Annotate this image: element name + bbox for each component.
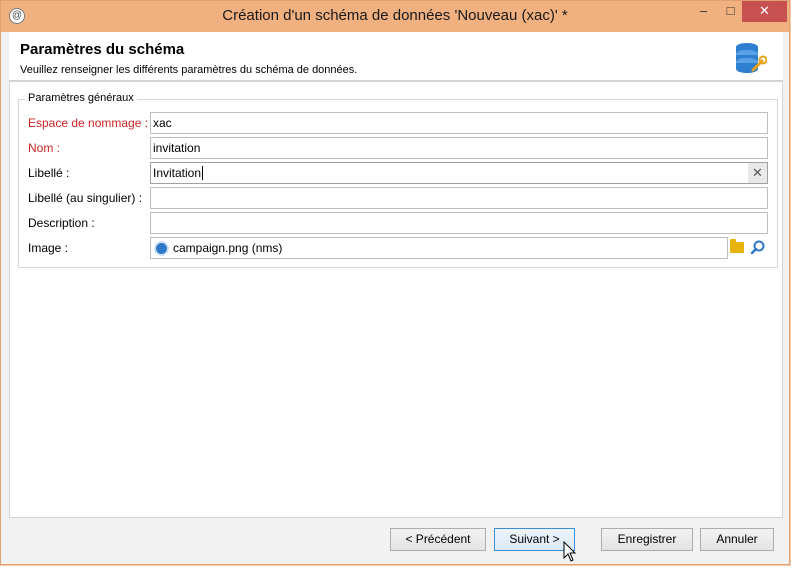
namespace-input[interactable]: xac xyxy=(150,112,768,134)
label-input[interactable]: Invitation ✕ xyxy=(150,162,768,184)
text-caret xyxy=(202,166,204,180)
label-label: Libellé : xyxy=(28,166,70,180)
folder-icon[interactable] xyxy=(730,239,744,253)
page-subtitle: Veuillez renseigner les différents param… xyxy=(20,64,358,76)
minimize-button[interactable]: – xyxy=(690,1,717,22)
button-bar: < Précédent Suivant > Enregistrer Annule… xyxy=(9,518,783,560)
cancel-button[interactable]: Annuler xyxy=(700,528,774,551)
maximize-button[interactable]: □ xyxy=(717,1,744,22)
name-row: Nom : invitation xyxy=(19,137,777,159)
image-row: Image : campaign.png (nms) xyxy=(19,237,777,259)
description-input[interactable] xyxy=(150,212,768,234)
label-singular-label: Libellé (au singulier) : xyxy=(28,191,143,205)
name-label: Nom : xyxy=(28,141,61,155)
window-title: Création d'un schéma de données 'Nouveau… xyxy=(222,7,568,24)
description-label: Description : xyxy=(28,216,95,230)
dialog-window: @ Création d'un schéma de données 'Nouve… xyxy=(0,0,790,565)
label-singular-row: Libellé (au singulier) : xyxy=(19,187,777,209)
page-title: Paramètres du schéma xyxy=(20,41,185,58)
label-singular-input[interactable] xyxy=(150,187,768,209)
group-legend: Paramètres généraux xyxy=(25,92,137,104)
general-parameters-group: Paramètres généraux Espace de nommage : … xyxy=(18,92,778,268)
save-button[interactable]: Enregistrer xyxy=(601,528,693,551)
image-input[interactable]: campaign.png (nms) xyxy=(150,237,728,259)
database-wrench-icon xyxy=(736,43,767,73)
previous-button[interactable]: < Précédent xyxy=(390,528,486,551)
name-input[interactable]: invitation xyxy=(150,137,768,159)
label-input-value: Invitation xyxy=(153,166,202,180)
campaign-icon xyxy=(154,241,169,256)
description-row: Description : xyxy=(19,212,777,234)
clear-icon[interactable]: ✕ xyxy=(748,163,767,183)
image-value: campaign.png (nms) xyxy=(173,241,283,255)
namespace-row: Espace de nommage : xac xyxy=(19,112,777,134)
title-bar: @ Création d'un schéma de données 'Nouve… xyxy=(1,1,789,32)
form-content: Paramètres généraux Espace de nommage : … xyxy=(9,81,783,518)
wizard-header: Paramètres du schéma Veuillez renseigner… xyxy=(9,32,783,81)
label-row: Libellé : Invitation ✕ xyxy=(19,162,777,184)
image-label: Image : xyxy=(28,241,69,255)
close-button[interactable]: ✕ xyxy=(742,1,787,22)
search-icon[interactable] xyxy=(749,239,767,257)
namespace-label: Espace de nommage : xyxy=(28,116,149,130)
mouse-pointer-icon xyxy=(563,541,577,562)
